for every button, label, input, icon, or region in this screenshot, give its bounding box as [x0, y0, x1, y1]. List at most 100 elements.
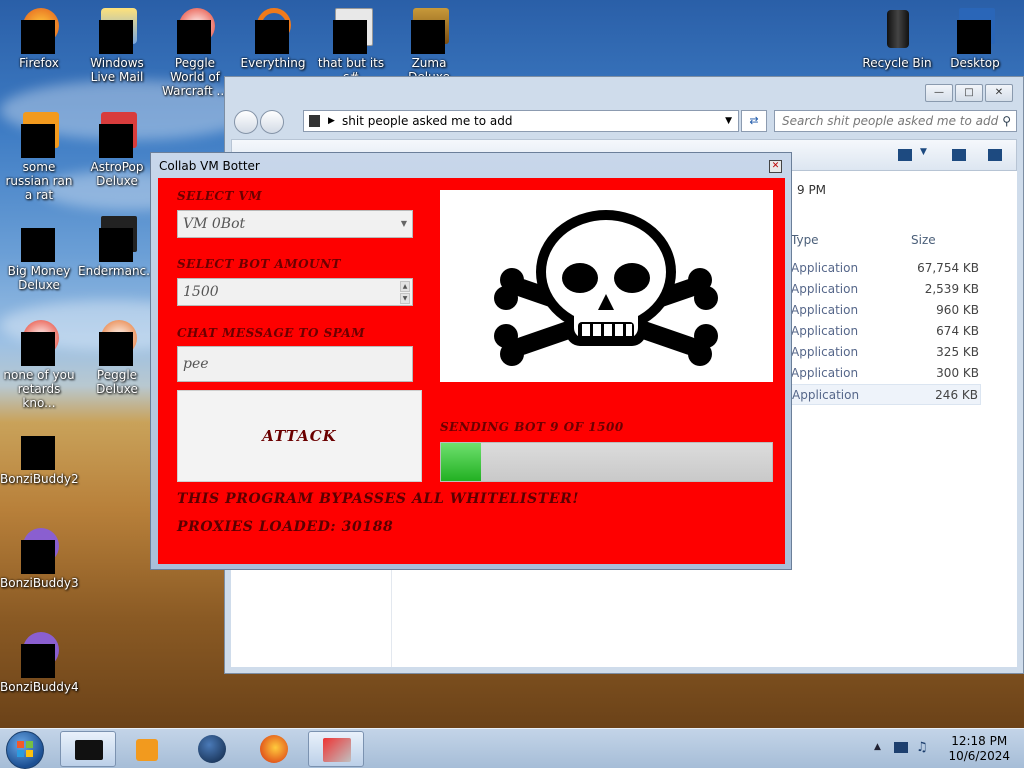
firefox-icon [260, 735, 288, 763]
desktop-icon-peggle-deluxe[interactable]: Peggle Deluxe [78, 318, 156, 396]
vm-select[interactable]: VM 0Bot ▼ [177, 210, 413, 238]
file-type: Application [792, 388, 860, 402]
stepper-down-button[interactable]: ▼ [400, 293, 410, 304]
preview-pane-icon[interactable] [952, 149, 966, 161]
back-button[interactable] [234, 110, 258, 134]
file-size: 960 KB [936, 303, 979, 317]
desktop-icon-label: Peggle World of Warcraft ... [162, 56, 228, 98]
stepper-up-button[interactable]: ▲ [400, 281, 410, 292]
clock[interactable]: 12:18 PM 10/6/2024 [948, 734, 1010, 764]
desktop-icon-label: Desktop [950, 56, 1000, 70]
search-input[interactable]: Search shit people asked me to add ⚲ [774, 110, 1017, 132]
close-button[interactable]: ✕ [769, 160, 782, 173]
chevron-down-icon[interactable]: ▼ [920, 147, 927, 157]
file-size: 674 KB [936, 324, 979, 338]
chevron-down-icon[interactable]: ▼ [401, 211, 407, 237]
recycle-bin-icon [887, 10, 909, 48]
desktop-icon-none-of-you[interactable]: none of you retards kno... [0, 318, 78, 410]
file-size: 2,539 KB [924, 282, 979, 296]
desktop-icon-firefox[interactable]: Firefox [0, 6, 78, 70]
desktop-icon-astropop-deluxe[interactable]: AstroPop Deluxe [78, 110, 156, 188]
start-button[interactable] [6, 731, 44, 769]
minimize-button[interactable]: — [925, 84, 953, 102]
botter-panel: SELECT VM VM 0Bot ▼ SELECT BOT AMOUNT 15… [158, 178, 785, 564]
search-icon[interactable]: ⚲ [1002, 111, 1011, 131]
taskbar-item-botter[interactable] [308, 731, 364, 767]
chat-message-value: pee [183, 356, 209, 372]
table-row[interactable]: Application 300 KB [791, 363, 981, 384]
close-button[interactable]: ✕ [985, 84, 1013, 102]
desktop-icon-bonzibuddy3[interactable]: BonziBuddy3 [0, 526, 79, 590]
forward-button[interactable] [260, 110, 284, 134]
bot-amount-label: SELECT BOT AMOUNT [177, 257, 341, 271]
nav-buttons [234, 110, 284, 134]
desktop-icon-bonzibuddy2[interactable]: BonziBuddy2 [0, 422, 79, 486]
address-text: shit people asked me to add [342, 114, 513, 128]
taskbar-item-media-player[interactable] [120, 731, 176, 767]
stepper-buttons: ▲ ▼ [400, 281, 410, 304]
file-size: 67,754 KB [917, 261, 979, 275]
desktop-icon-windows-live-mail[interactable]: Windows Live Mail [78, 6, 156, 84]
clock-time: 12:18 PM [951, 734, 1008, 748]
folder-icon [309, 115, 320, 127]
table-row[interactable]: Application 674 KB [791, 321, 981, 342]
progress-status: SENDING BOT 9 OF 1500 [440, 420, 624, 434]
column-header-type[interactable]: Type [791, 233, 819, 247]
file-type: Application [791, 261, 859, 275]
attack-button[interactable]: ATTACK [177, 390, 422, 482]
desktop-icon-label: BonziBuddy3 [0, 576, 79, 590]
file-type: Application [791, 324, 859, 338]
view-icon[interactable] [898, 149, 912, 161]
show-hidden-icons-icon[interactable]: ▲ [874, 742, 881, 752]
volume-icon[interactable]: ♫ [916, 740, 928, 755]
skull-crossbones-icon [494, 210, 718, 366]
network-icon[interactable] [894, 742, 908, 753]
file-type: Application [791, 303, 859, 317]
maximize-button[interactable]: □ [955, 84, 983, 102]
desktop-icon-label: AstroPop Deluxe [90, 160, 144, 188]
table-row[interactable]: Application 2,539 KB [791, 279, 981, 300]
desktop-icon-label: BonziBuddy4 [0, 680, 79, 694]
select-vm-label: SELECT VM [177, 189, 263, 203]
desktop-icon-everything[interactable]: Everything [234, 6, 312, 70]
system-tray: ▲ ♫ 12:18 PM 10/6/2024 [864, 729, 1024, 769]
table-row[interactable]: Application 67,754 KB [791, 258, 981, 279]
chat-message-input[interactable]: pee [177, 346, 413, 382]
desktop-icon-bonzibuddy4[interactable]: BonziBuddy4 [0, 630, 79, 694]
desktop-icon-desktop[interactable]: Desktop [936, 6, 1014, 70]
desktop-icon-label: some russian ran a rat [5, 160, 73, 202]
date-fragment: 9 PM [797, 183, 827, 197]
file-type: Application [791, 366, 859, 380]
bot-amount-value: 1500 [183, 284, 219, 300]
desktop-icon-big-money-deluxe[interactable]: Big Money Deluxe [0, 214, 78, 292]
taskbar: ▲ ♫ 12:18 PM 10/6/2024 [0, 728, 1024, 769]
address-bar[interactable]: ▶ shit people asked me to add ▼ [303, 110, 739, 132]
desktop-icon-label: BonziBuddy2 [0, 472, 79, 486]
bypass-text: THIS PROGRAM BYPASSES ALL WHITELISTER! [177, 491, 580, 507]
taskbar-item-firefox[interactable] [246, 731, 302, 767]
table-row[interactable]: Application 325 KB [791, 342, 981, 363]
collab-vm-botter-window: Collab VM Botter ✕ SELECT VM VM 0Bot ▼ S… [150, 152, 792, 570]
desktop-icon-zuma-deluxe[interactable]: Zuma Deluxe [390, 6, 468, 84]
taskbar-item-globe[interactable] [184, 731, 240, 767]
desktop-icon-that-but-its-csharp[interactable]: that but its c# [312, 6, 390, 84]
help-icon[interactable] [988, 149, 1002, 161]
breadcrumb-arrow-icon: ▶ [328, 116, 335, 126]
table-row-selected[interactable]: Application 246 KB [791, 384, 981, 405]
botter-app-icon [323, 738, 351, 762]
desktop-icon-label: Firefox [19, 56, 59, 70]
desktop-icon-some-russian-ran-a-rat[interactable]: some russian ran a rat [0, 110, 78, 202]
refresh-button[interactable]: ⇄ [741, 110, 767, 132]
taskbar-item-explorer[interactable] [60, 731, 116, 767]
column-header-size[interactable]: Size [911, 233, 936, 247]
desktop-icon-peggle-wow[interactable]: Peggle World of Warcraft ... [156, 6, 234, 98]
skull-image [440, 190, 773, 382]
explorer-icon [75, 740, 103, 760]
chevron-down-icon[interactable]: ▼ [725, 111, 732, 131]
bot-amount-stepper[interactable]: 1500 ▲ ▼ [177, 278, 413, 306]
table-row[interactable]: Application 960 KB [791, 300, 981, 321]
vm-select-value: VM 0Bot [183, 216, 246, 232]
desktop-icon-endermanc[interactable]: Endermanc... [78, 214, 158, 278]
desktop-icon-recycle-bin[interactable]: Recycle Bin [858, 6, 936, 70]
desktop: Firefox Windows Live Mail Peggle World o… [0, 0, 1024, 728]
